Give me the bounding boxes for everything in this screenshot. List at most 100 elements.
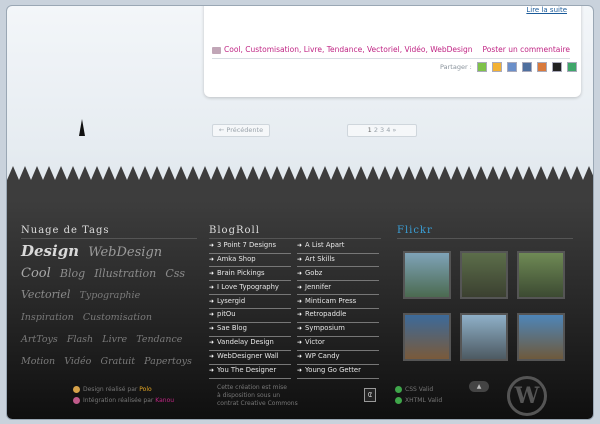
check-icon (395, 386, 402, 393)
flickr-thumb-3[interactable] (517, 251, 565, 299)
tag-cloud-item[interactable]: Design (21, 242, 79, 260)
back-to-top-button[interactable]: ▲ (469, 381, 489, 392)
blogroll-link[interactable]: ➜ pitOu (209, 310, 291, 323)
footer-zigzag (7, 166, 593, 202)
css-valid: CSS Valid (395, 386, 433, 393)
blogroll-link[interactable]: ➜ I Love Typography (209, 283, 291, 296)
integration-author-link[interactable]: Kanou (155, 397, 174, 404)
tag-cloud-item[interactable]: WebDesign (88, 245, 162, 260)
blogroll-link[interactable]: ➜ WP Candy (297, 352, 379, 365)
credits-bar: Design réalisé par Polo Intégration réal… (7, 384, 593, 419)
tag-cloud-item[interactable]: Blog (60, 267, 85, 280)
page-frame: Lire la suite Cool, Customisation, Livre… (6, 5, 594, 420)
blogroll-link[interactable]: ➜ Jennifer (297, 283, 379, 296)
design-credit-label: Design réalisé par (83, 386, 138, 393)
tag-cloud-item[interactable]: Papertoys (144, 356, 192, 367)
share-reddit-icon[interactable] (537, 62, 548, 72)
tag-cloud-item[interactable]: Customisation (83, 312, 152, 323)
arrow-right-icon: ➜ (297, 255, 303, 263)
arrow-right-icon: ➜ (209, 353, 215, 361)
blogroll-title: BlogRoll (209, 225, 381, 239)
blogroll-link[interactable]: ➜ Retropaddle (297, 310, 379, 323)
design-author-link[interactable]: Polo (139, 386, 151, 393)
arrow-right-icon: ➜ (209, 269, 215, 277)
arrow-right-icon: ➜ (297, 353, 303, 361)
license-line-3[interactable]: contrat Creative Commons (217, 400, 298, 408)
tag-cloud-item[interactable]: Vidéo (64, 356, 91, 367)
tag-cloud-item[interactable]: Typographie (80, 290, 141, 301)
blogroll-link[interactable]: ➜ A List Apart (297, 241, 379, 254)
share-evernote-icon[interactable] (567, 62, 578, 72)
tag-cloud-item[interactable]: Css (165, 267, 185, 280)
post-comment-link[interactable]: Poster un commentaire (482, 45, 570, 54)
blogroll-link[interactable]: ➜ Art Skills (297, 255, 379, 268)
blogroll-link[interactable]: ➜ 3 Point 7 Designs (209, 241, 291, 254)
tag-cloud-item[interactable]: Illustration (94, 267, 156, 280)
flickr-thumb-6[interactable] (517, 313, 565, 361)
blogroll-link-label: Symposium (305, 324, 345, 333)
tag-cloud: Design WebDesign Cool Blog Illustration … (21, 241, 197, 371)
flickr-title: Flickr (397, 225, 573, 239)
share-delicious-black-icon[interactable] (552, 62, 563, 72)
blogroll-link[interactable]: ➜ Victor (297, 338, 379, 351)
blogroll-link[interactable]: ➜ WebDesigner Wall (209, 352, 291, 365)
arrow-right-icon: ➜ (297, 339, 303, 347)
blogroll-link[interactable]: ➜ Symposium (297, 324, 379, 337)
flickr-thumb-1[interactable] (403, 251, 451, 299)
license-text: Cette création est mise à disposition so… (217, 384, 298, 408)
blogroll-link[interactable]: ➜ You The Designer (209, 366, 291, 379)
arrow-right-icon: ➜ (209, 339, 215, 347)
tag-cloud-item[interactable]: Cool (21, 266, 51, 281)
design-credit: Design réalisé par Polo (73, 386, 152, 393)
arrow-right-icon: ➜ (209, 283, 215, 291)
tag-cloud-item[interactable]: Vectoriel (21, 288, 70, 301)
blogroll-link[interactable]: ➜ Vandelay Design (209, 338, 291, 351)
blogroll-link[interactable]: ➜ Young Go Getter (297, 366, 379, 379)
css-valid-link[interactable]: CSS Valid (405, 386, 433, 393)
share-label: Partager : (440, 63, 472, 71)
xhtml-valid: XHTML Valid (395, 397, 442, 404)
tag-cloud-item[interactable]: Gratuit (100, 356, 135, 367)
blogroll-right-column: ➜ A List Apart ➜ Art Skills ➜ Gobz ➜ Jennifer ➜ M… (297, 241, 379, 380)
creative-commons-icon[interactable]: ₢ (364, 388, 376, 402)
share-green-icon[interactable] (476, 62, 487, 72)
blogroll-link[interactable]: ➜ Lysergid (209, 297, 291, 310)
previous-page-button[interactable]: ← Précédente (212, 124, 270, 137)
blogroll-link[interactable]: ➜ Amka Shop (209, 255, 291, 268)
tag-cloud-item[interactable]: Inspiration (21, 312, 74, 323)
arrow-right-icon: ➜ (209, 367, 215, 375)
blogroll-link[interactable]: ➜ Gobz (297, 269, 379, 282)
tag-cloud-item[interactable]: Motion (21, 356, 55, 367)
tag-cloud-item[interactable]: Flash (67, 334, 93, 345)
current-page[interactable]: 1 (368, 126, 372, 134)
tag-cloud-item[interactable]: ArtToys (21, 334, 58, 345)
license-line-1: Cette création est mise (217, 384, 287, 391)
post-tags[interactable]: Cool, Customisation, Livre, Tendance, Ve… (224, 45, 473, 54)
blogroll-link[interactable]: ➜ Minticam Press (297, 297, 379, 310)
share-delicious-icon[interactable] (507, 62, 518, 72)
blogroll-link[interactable]: ➜ Sae Blog (209, 324, 291, 337)
share-digg-icon[interactable] (492, 62, 503, 72)
flickr-thumb-5[interactable] (460, 313, 508, 361)
blogroll-link-label: I Love Typography (217, 282, 279, 291)
blogroll-link-label: Vandelay Design (217, 338, 274, 347)
integration-credit-label: Intégration réalisée par (83, 397, 154, 404)
arrow-right-icon: ➜ (209, 297, 215, 305)
blogroll-link[interactable]: ➜ Brain Pickings (209, 269, 291, 282)
share-bar: Partager : (440, 62, 578, 72)
flickr-thumb-4[interactable] (403, 313, 451, 361)
integration-credit: Intégration réalisée par Kanou (73, 397, 174, 404)
arrow-right-icon: ➜ (209, 311, 215, 319)
share-stumble-icon[interactable] (522, 62, 533, 72)
tag-cloud-item[interactable]: Tendance (136, 334, 182, 345)
blogroll-link-label: Art Skills (305, 254, 335, 263)
arrow-right-icon: ➜ (209, 325, 215, 333)
wordpress-logo-icon[interactable]: W (507, 376, 547, 416)
page-links[interactable]: 2 3 4 » (374, 126, 397, 134)
arrow-right-icon: ➜ (297, 297, 303, 305)
read-more-link[interactable]: Lire la suite (526, 6, 567, 14)
xhtml-valid-link[interactable]: XHTML Valid (405, 397, 442, 404)
flickr-thumb-2[interactable] (460, 251, 508, 299)
tag-cloud-item[interactable]: Livre (102, 334, 127, 345)
blogroll-link-label: WP Candy (305, 352, 340, 361)
